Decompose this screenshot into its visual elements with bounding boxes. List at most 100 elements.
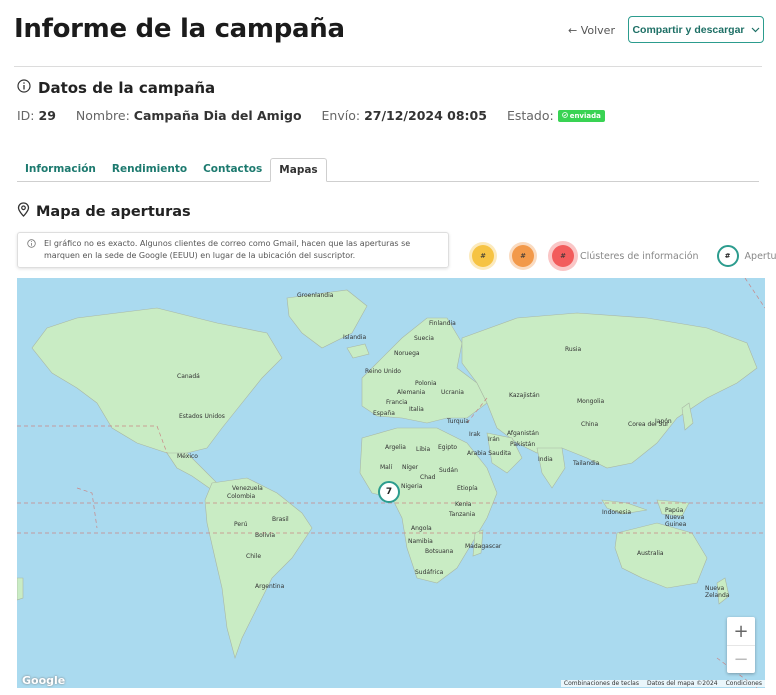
map-label: China: [581, 421, 599, 428]
check-circle-icon: [561, 111, 568, 120]
send-value: 27/12/2024 08:05: [364, 108, 487, 123]
map-label: Namibia: [408, 538, 433, 545]
header-divider: [14, 66, 762, 67]
map-label: España: [373, 410, 395, 417]
zoom-out-button[interactable]: −: [727, 645, 755, 673]
map-label: Italia: [409, 406, 424, 413]
location-pin-icon: [17, 202, 30, 221]
map-label: Níger: [402, 464, 419, 471]
map-label: Botsuana: [425, 548, 454, 555]
send-label: Envío:: [321, 108, 361, 123]
map-label: Nigeria: [401, 483, 423, 490]
map-label: Malí: [380, 464, 393, 471]
map-label: Brasil: [272, 516, 289, 523]
status-badge: enviada: [557, 109, 605, 122]
map-label: Madagascar: [465, 543, 502, 550]
map-label: Perú: [234, 521, 248, 528]
tab-rendimiento[interactable]: Rendimiento: [104, 163, 195, 181]
info-icon: [17, 78, 31, 97]
map-attribution: Combinaciones de teclas Datos del mapa ©…: [560, 680, 765, 687]
map-label: Noruega: [394, 350, 420, 357]
map-label: Tanzania: [449, 511, 476, 518]
map-label: Rusia: [565, 346, 582, 353]
keyboard-shortcuts-link[interactable]: Combinaciones de teclas: [564, 680, 639, 687]
legend-cluster-medium: #: [512, 245, 534, 267]
map-section-header: Mapa de aperturas: [17, 202, 191, 221]
back-link[interactable]: ← Volver: [568, 24, 615, 37]
map-label: Canadá: [177, 373, 200, 380]
status-label: Estado:: [506, 108, 554, 123]
map-legend: # # # Clústeres de información # Apertur…: [472, 242, 776, 270]
map-label: Turquía: [447, 418, 469, 425]
map-label: Mongolia: [577, 398, 605, 405]
map-label: Arabia Saudita: [467, 450, 512, 457]
map-label: Indonesia: [602, 509, 632, 516]
map-label: México: [177, 453, 198, 460]
campaign-section-title: Datos de la campaña: [38, 78, 216, 97]
map-label: Angola: [411, 525, 432, 532]
map-label: Argentina: [255, 583, 285, 590]
map-label: Egipto: [438, 444, 458, 451]
map-label: Suecia: [414, 335, 434, 342]
chevron-down-icon: [751, 24, 760, 36]
map-label: Japón: [655, 418, 672, 425]
status-value: enviada: [569, 111, 601, 120]
tab-mapas[interactable]: Mapas: [270, 158, 327, 182]
legend-clusters-label: Clústeres de información: [580, 250, 699, 262]
map-label: Chile: [246, 553, 262, 560]
map-label: Tailandia: [573, 460, 600, 467]
map-label: Colombia: [227, 493, 256, 500]
legend-opens-label: Aperturas: [744, 250, 776, 262]
map-label: Reino Unido: [365, 368, 401, 375]
map-label: Kenia: [455, 501, 472, 508]
id-label: ID:: [17, 108, 35, 123]
tab-informacion[interactable]: Información: [17, 163, 104, 181]
map-label: Ucrania: [441, 389, 464, 396]
accuracy-note: El gráfico no es exacto. Algunos cliente…: [17, 232, 449, 268]
map-data-text: Datos del mapa ©2024: [646, 680, 718, 687]
legend-opens-marker: #: [716, 245, 739, 267]
campaign-section-header: Datos de la campaña: [17, 78, 215, 97]
name-value: Campaña Dia del Amigo: [133, 108, 302, 123]
map-label: Sudáfrica: [415, 569, 444, 576]
map-label: Bolivia: [255, 532, 276, 539]
map-label: Chad: [420, 474, 436, 481]
campaign-details-row: ID: 29 Nombre: Campaña Dia del Amigo Env…: [17, 108, 605, 123]
map-label: Estados Unidos: [179, 413, 225, 420]
terms-link[interactable]: Condiciones: [726, 680, 762, 687]
share-download-button[interactable]: Compartir y descargar: [628, 16, 764, 43]
map-label: Irán: [488, 436, 500, 443]
map-label: Etiopía: [457, 485, 478, 492]
map-label: Libia: [416, 446, 431, 453]
map-section-title: Mapa de aperturas: [36, 203, 191, 220]
map-label: Francia: [386, 399, 408, 406]
map-label: Alemania: [397, 389, 426, 396]
map-label: Afganistán: [507, 430, 539, 437]
map-label: Australia: [637, 550, 664, 557]
zoom-control: + −: [727, 617, 755, 673]
legend-cluster-large: #: [552, 245, 574, 267]
map-label: Irak: [469, 431, 481, 438]
info-icon: [27, 239, 36, 252]
share-download-label: Compartir y descargar: [632, 23, 745, 36]
zoom-in-button[interactable]: +: [727, 617, 755, 645]
map-label: India: [538, 456, 553, 463]
legend-cluster-small: #: [472, 245, 494, 267]
map-label: Venezuela: [232, 485, 263, 492]
name-label: Nombre:: [75, 108, 130, 123]
id-value: 29: [38, 108, 56, 123]
map-label: Argelia: [385, 444, 406, 451]
map-label: Finlandia: [429, 320, 456, 327]
map-label: Groenlandia: [297, 292, 334, 299]
google-logo: Google: [22, 674, 66, 687]
map-label: Islandia: [343, 334, 367, 341]
page-title: Informe de la campaña: [14, 14, 345, 44]
map-label: Papúa Nueva Guinea: [665, 507, 687, 528]
tab-contactos[interactable]: Contactos: [195, 163, 270, 181]
report-tabs: Información Rendimiento Contactos Mapas: [17, 158, 759, 182]
opens-cluster-marker[interactable]: 7: [378, 481, 400, 503]
map-label: Polonia: [415, 380, 437, 387]
map-label: Nueva Zelanda: [705, 585, 730, 599]
map-label: Kazajistán: [509, 392, 540, 399]
map-label: Sudán: [439, 467, 458, 474]
